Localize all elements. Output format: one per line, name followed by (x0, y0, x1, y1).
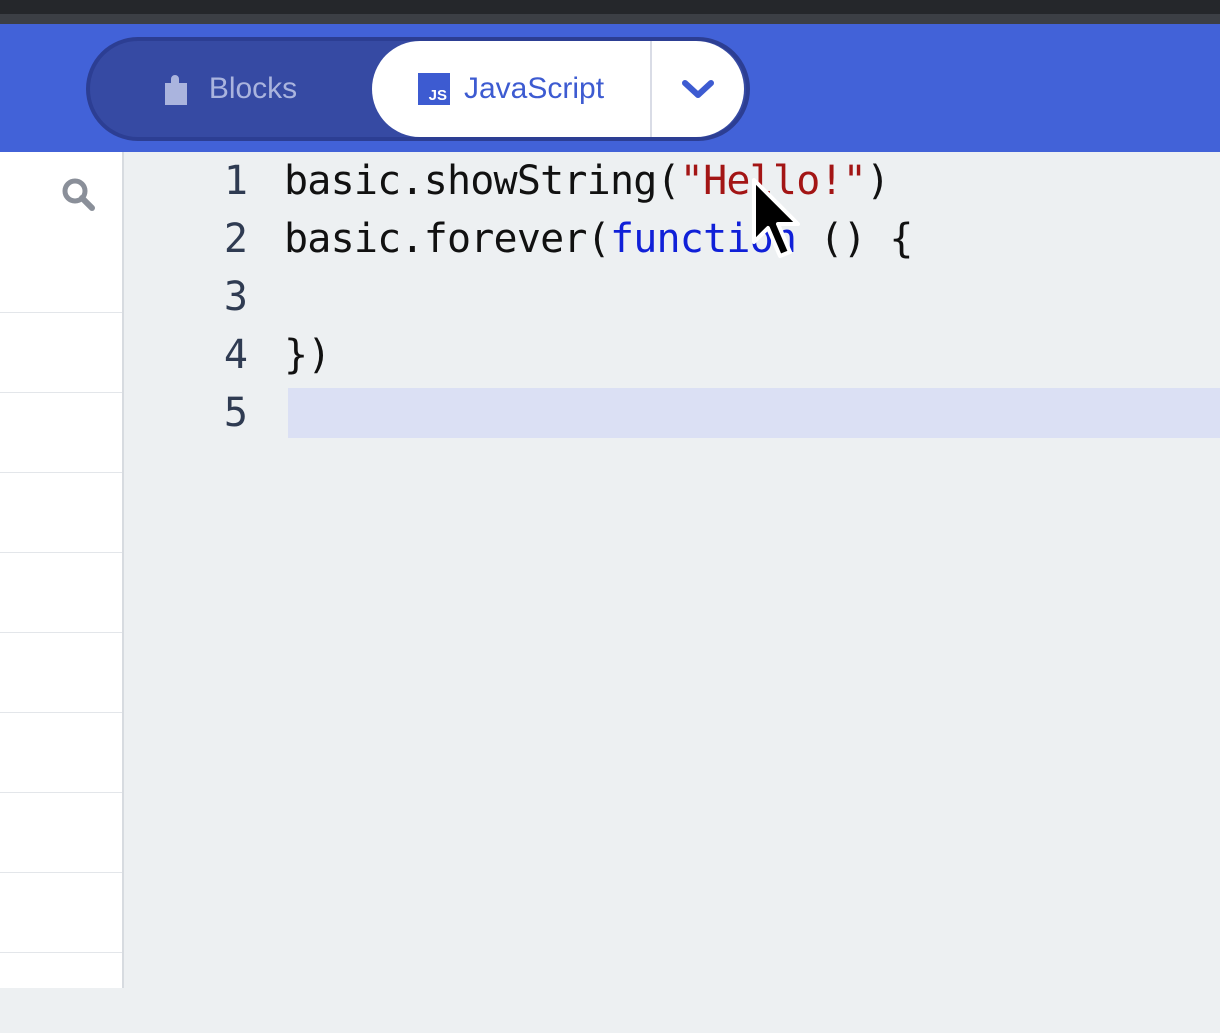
code-editor[interactable]: 1 basic.showString("Hello!") 2 basic.foreve… (124, 152, 1220, 988)
toolbox-search-button[interactable] (60, 176, 96, 212)
line-number: 5 (223, 390, 248, 436)
code-line[interactable]: 1 basic.showString("Hello!") (124, 152, 1220, 210)
browser-top-strip (0, 14, 1220, 24)
toolbox-sidebar (0, 152, 124, 988)
language-dropdown-button[interactable] (652, 41, 744, 137)
js-icon: JS (417, 73, 450, 105)
line-number: 3 (223, 274, 248, 320)
toolbox-category-8[interactable] (0, 872, 122, 953)
puzzle-icon (164, 75, 187, 105)
toolbox-category-7[interactable] (0, 792, 122, 873)
code-token: ) (866, 158, 890, 204)
search-icon (62, 178, 95, 211)
code-text: }) (284, 326, 331, 384)
chevron-down-icon (682, 80, 714, 98)
mouse-pointer-icon (752, 178, 800, 258)
tab-blocks-label: Blocks (208, 72, 298, 105)
code-token: basic.forever( (284, 216, 611, 262)
toolbox-category-6[interactable] (0, 712, 122, 793)
code-token: () { (796, 216, 914, 262)
code-token: basic.showString( (284, 158, 681, 204)
code-line[interactable]: 4}) (124, 326, 1220, 384)
tab-javascript-button[interactable]: JS JavaScript (372, 41, 650, 137)
header-bar: Blocks JS JavaScript (0, 24, 1220, 152)
toolbox-category-9[interactable] (0, 952, 122, 1033)
toolbox-category-3[interactable] (0, 472, 122, 553)
code-line[interactable]: 2 basic.forever(function () { (124, 210, 1220, 268)
code-line[interactable]: 5 (124, 384, 1220, 442)
toolbox-category-4[interactable] (0, 552, 122, 633)
toolbox-category-2[interactable] (0, 392, 122, 473)
tab-javascript-label: JavaScript (463, 72, 605, 105)
tab-blocks[interactable]: Blocks (90, 41, 372, 137)
line-number: 4 (223, 332, 248, 378)
line-number: 2 (223, 216, 248, 262)
line-number: 1 (223, 158, 248, 204)
toolbox-category-1[interactable] (0, 312, 122, 393)
code-line[interactable]: 3 (124, 268, 1220, 326)
code-token: }) (284, 332, 331, 378)
tab-javascript: JS JavaScript (372, 41, 744, 137)
toolbox-category-5[interactable] (0, 632, 122, 713)
browser-top-bar (0, 0, 1220, 24)
editor-toggle: Blocks JS JavaScript (86, 37, 750, 141)
js-badge-text: JS (428, 87, 447, 104)
code-text: basic.forever(function () { (284, 210, 913, 268)
